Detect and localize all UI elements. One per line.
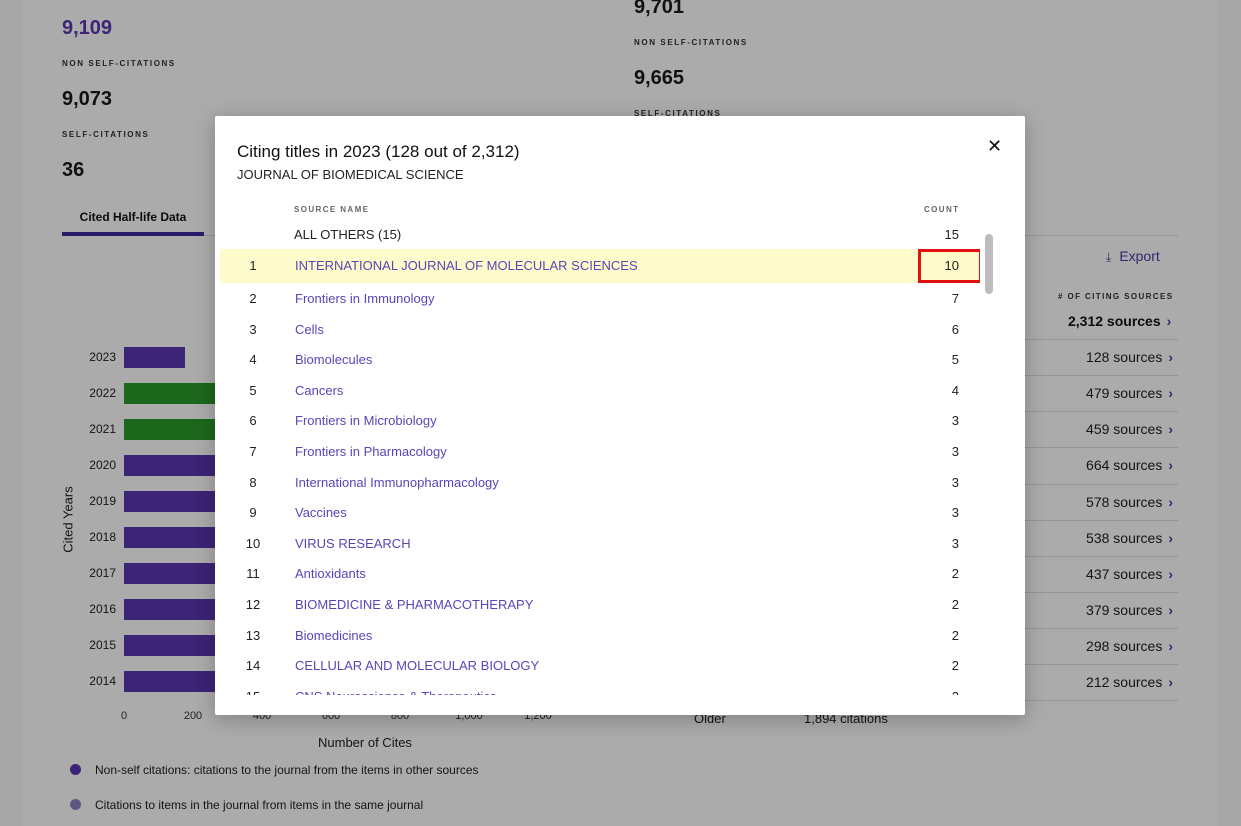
- row-count: 3: [951, 505, 959, 521]
- row-count: 2: [951, 566, 959, 582]
- column-header-count: COUNT: [924, 205, 960, 214]
- row-rank: 12: [245, 596, 261, 612]
- row-count: 6: [951, 321, 959, 337]
- source-name-link[interactable]: Vaccines: [295, 505, 347, 520]
- source-name-link[interactable]: Cells: [295, 322, 324, 337]
- source-name-link[interactable]: Cancers: [295, 383, 343, 398]
- column-header-source-name: SOURCE NAME: [294, 205, 370, 214]
- source-name-link[interactable]: Frontiers in Microbiology: [295, 413, 437, 428]
- table-row: 12 BIOMEDICINE & PHARMACOTHERAPY 2: [220, 589, 980, 620]
- row-rank: 9: [249, 505, 257, 521]
- row-count: 2: [951, 596, 959, 612]
- modal-title: Citing titles in 2023 (128 out of 2,312): [237, 142, 520, 161]
- row-count: 3: [951, 413, 959, 429]
- source-name-link[interactable]: International Immunopharmacology: [295, 475, 499, 490]
- row-rank: 2: [249, 291, 257, 306]
- citing-titles-list: 1 INTERNATIONAL JOURNAL OF MOLECULAR SCIE…: [220, 249, 980, 695]
- all-others-label: ALL OTHERS (15): [294, 227, 402, 242]
- source-name-link[interactable]: INTERNATIONAL JOURNAL OF MOLECULAR SCIEN…: [295, 258, 638, 273]
- citing-titles-modal: Citing titles in 2023 (128 out of 2,312)…: [215, 116, 1025, 715]
- row-count: 5: [951, 352, 959, 368]
- table-row: 13 Biomedicines 2: [220, 620, 980, 651]
- source-name-link[interactable]: CNS Neuroscience & Therapeutics: [295, 689, 496, 695]
- table-row: 1 INTERNATIONAL JOURNAL OF MOLECULAR SCIE…: [220, 249, 980, 283]
- table-row: 8 International Immunopharmacology 3: [220, 467, 980, 498]
- table-row: 5 Cancers 4: [220, 375, 980, 406]
- row-rank: 4: [249, 352, 257, 368]
- table-row: 4 Biomolecules 5: [220, 344, 980, 375]
- row-rank: 11: [246, 566, 260, 582]
- row-rank: 8: [249, 474, 257, 490]
- row-count: 3: [951, 474, 959, 490]
- source-name-link[interactable]: Frontiers in Immunology: [295, 291, 434, 306]
- table-row: 6 Frontiers in Microbiology 3: [220, 405, 980, 436]
- table-row: 14 CELLULAR AND MOLECULAR BIOLOGY 2: [220, 650, 980, 681]
- source-name-link[interactable]: Frontiers in Pharmacology: [295, 444, 447, 459]
- table-row: 10 VIRUS RESEARCH 3: [220, 528, 980, 559]
- table-row: 7 Frontiers in Pharmacology 3: [220, 436, 980, 467]
- row-count: 7: [951, 291, 959, 306]
- row-rank: 10: [245, 535, 261, 551]
- row-count: 2: [951, 627, 959, 643]
- row-rank: 3: [249, 321, 257, 337]
- row-rank: 1: [249, 258, 257, 273]
- row-rank: 6: [249, 413, 257, 429]
- table-row: 9 Vaccines 3: [220, 497, 980, 528]
- table-row: 15 CNS Neuroscience & Therapeutics 2: [220, 681, 980, 695]
- all-others-count: 15: [944, 227, 959, 242]
- source-name-link[interactable]: VIRUS RESEARCH: [295, 536, 411, 551]
- table-row: 2 Frontiers in Immunology 7: [220, 283, 980, 314]
- row-count: 2: [910, 689, 959, 695]
- source-name-link[interactable]: CELLULAR AND MOLECULAR BIOLOGY: [295, 658, 539, 673]
- row-count: 3: [951, 443, 959, 459]
- row-count: 3: [951, 535, 959, 551]
- row-rank: 5: [249, 382, 257, 398]
- count-highlight-box: [918, 249, 980, 283]
- source-name-link[interactable]: Biomedicines: [295, 628, 372, 643]
- source-name-link[interactable]: Biomolecules: [295, 352, 372, 367]
- row-rank: 13: [245, 627, 261, 643]
- table-row: 3 Cells 6: [220, 314, 980, 345]
- close-icon[interactable]: ✕: [987, 136, 1002, 157]
- row-rank: 14: [245, 658, 261, 674]
- source-name-link[interactable]: BIOMEDICINE & PHARMACOTHERAPY: [295, 597, 533, 612]
- table-row: 11 Antioxidants 2: [220, 558, 980, 589]
- row-count: 4: [951, 382, 959, 398]
- modal-subtitle: JOURNAL OF BIOMEDICAL SCIENCE: [237, 167, 464, 182]
- row-rank: 15: [220, 689, 286, 695]
- scrollbar-thumb[interactable]: [985, 234, 993, 294]
- source-name-link[interactable]: Antioxidants: [295, 566, 366, 581]
- row-rank: 7: [249, 443, 257, 459]
- row-count: 2: [951, 658, 959, 674]
